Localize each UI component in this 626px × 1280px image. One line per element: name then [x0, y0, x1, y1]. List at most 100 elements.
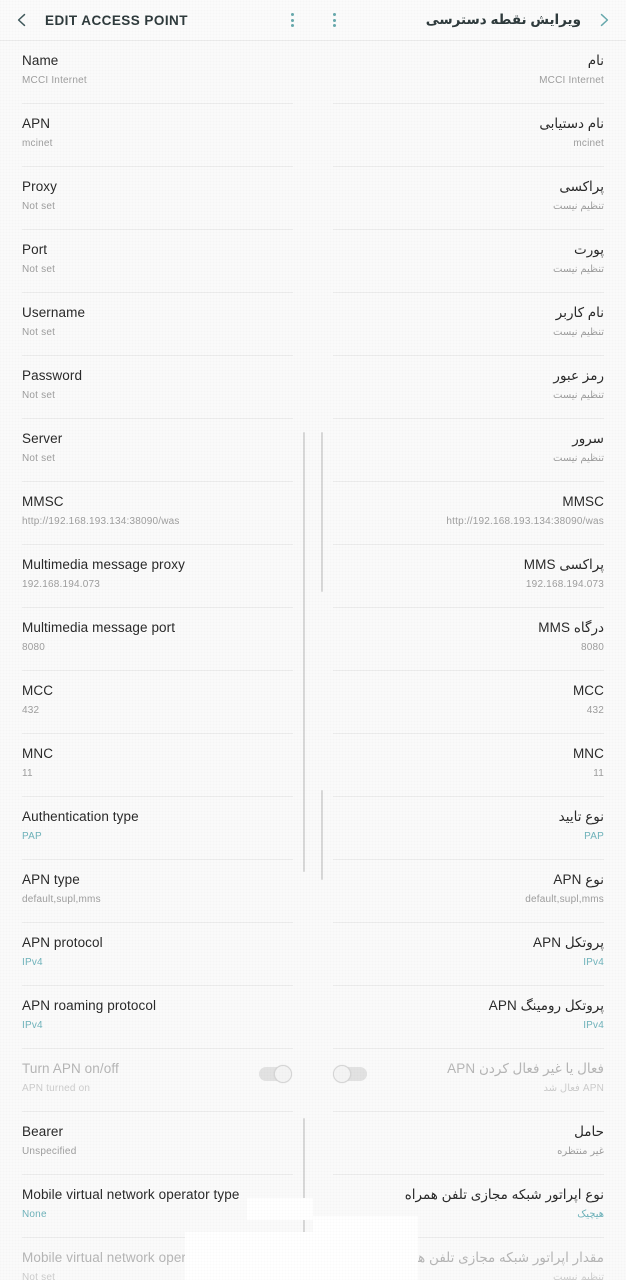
panel-english: EDIT ACCESS POINT Name MCCI Internet APN mc… — [0, 0, 313, 1280]
settings-row-value: IPv4 — [583, 957, 604, 968]
settings-row[interactable]: APN type default,supl,mms — [0, 860, 313, 922]
settings-row-texts: Turn APN on/off APN turned on — [22, 1060, 257, 1096]
capture-artifact-mask — [247, 1198, 313, 1220]
settings-row[interactable]: MCC 432 — [0, 671, 313, 733]
settings-row-value: Not set — [22, 453, 56, 464]
settings-row-texts: پراکسی MMS 192.168.194.073 — [333, 556, 604, 592]
settings-row-value: 8080 — [580, 642, 604, 653]
settings-row[interactable]: APN protocol IPv4 — [0, 923, 313, 985]
settings-row[interactable]: نوع تایید PAP — [313, 797, 626, 859]
settings-row[interactable]: Turn APN on/off APN turned on — [0, 1049, 313, 1111]
settings-row[interactable]: APN mcinet — [0, 104, 313, 166]
settings-row-texts: Port Not set — [22, 241, 293, 277]
settings-row-label: MNC — [22, 746, 54, 761]
settings-row-label: نوع اپراتور شبکه مجازی تلفن همراه — [404, 1187, 604, 1202]
settings-row-value: Not set — [22, 264, 56, 275]
settings-row-texts: نام MCCI Internet — [333, 52, 604, 88]
settings-list-persian: نام MCCI Internet نام دستیابی mcinet پراکسی ت… — [313, 41, 626, 1280]
chevron-left-icon[interactable] — [11, 9, 33, 31]
settings-row[interactable]: MCC 432 — [313, 671, 626, 733]
toggle-knob — [333, 1065, 351, 1083]
settings-row-value: http://192.168.193.134:38090/was — [22, 516, 180, 527]
settings-row[interactable]: نام دستیابی mcinet — [313, 104, 626, 166]
settings-row-texts: MNC 11 — [22, 745, 293, 781]
settings-row[interactable]: APN roaming protocol IPv4 — [0, 986, 313, 1048]
settings-row-value: APN turned on — [22, 1083, 91, 1094]
settings-row-value: تنظیم نیست — [553, 201, 604, 212]
settings-row-value: IPv4 — [22, 957, 43, 968]
settings-row[interactable]: نام کاربر تنظیم نیست — [313, 293, 626, 355]
settings-row-value: 192.168.194.073 — [22, 579, 101, 590]
settings-row[interactable]: حامل غیر منتظره — [313, 1112, 626, 1174]
settings-row-value: 8080 — [22, 642, 46, 653]
settings-row-value: تنظیم نیست — [553, 327, 604, 338]
settings-row-value: mcinet — [22, 138, 53, 149]
chevron-right-icon[interactable] — [593, 9, 615, 31]
settings-row[interactable]: نوع APN default,supl,mms — [313, 860, 626, 922]
settings-row-value: IPv4 — [583, 1020, 604, 1031]
settings-row-label: نوع APN — [553, 872, 604, 887]
settings-row[interactable]: Authentication type PAP — [0, 797, 313, 859]
settings-row[interactable]: Port Not set — [0, 230, 313, 292]
settings-row-texts: APN type default,supl,mms — [22, 871, 293, 907]
settings-row-value: Not set — [22, 390, 56, 401]
settings-row-label: Password — [22, 368, 83, 383]
settings-row[interactable]: MNC 11 — [313, 734, 626, 796]
settings-row-texts: Multimedia message proxy 192.168.194.073 — [22, 556, 293, 592]
scrollbar-thumb[interactable] — [303, 432, 305, 872]
capture-artifact-mask — [185, 1232, 313, 1280]
settings-row[interactable]: Bearer Unspecified — [0, 1112, 313, 1174]
settings-row[interactable]: سرور تنظیم نیست — [313, 419, 626, 481]
capture-artifact-mask — [313, 1216, 418, 1280]
settings-row[interactable]: Multimedia message proxy 192.168.194.073 — [0, 545, 313, 607]
settings-row-value: 11 — [22, 768, 33, 779]
settings-row-label: Username — [22, 305, 86, 320]
settings-row[interactable]: Proxy Not set — [0, 167, 313, 229]
more-vertical-icon[interactable] — [324, 8, 344, 32]
settings-row-label: نوع تایید — [558, 809, 604, 824]
settings-row-value: default,supl,mms — [525, 894, 604, 905]
settings-row-value: APN فعال شد — [543, 1083, 604, 1094]
settings-row[interactable]: MMSC http://192.168.193.134:38090/was — [0, 482, 313, 544]
settings-row-texts: APN protocol IPv4 — [22, 934, 293, 970]
settings-row-value: mcinet — [573, 138, 604, 149]
settings-row[interactable]: نام MCCI Internet — [313, 41, 626, 103]
settings-row-label: نام دستیابی — [539, 116, 604, 131]
settings-row[interactable]: Username Not set — [0, 293, 313, 355]
settings-row[interactable]: پروتکل APN IPv4 — [313, 923, 626, 985]
scrollbar-thumb[interactable] — [321, 790, 323, 880]
settings-row-label: پورت — [574, 242, 604, 257]
settings-row[interactable]: رمز عبور تنظیم نیست — [313, 356, 626, 418]
settings-row-label: MMSC — [562, 494, 604, 509]
more-vertical-icon[interactable] — [282, 8, 302, 32]
settings-row[interactable]: پورت تنظیم نیست — [313, 230, 626, 292]
settings-row-texts: پراکسی تنظیم نیست — [333, 178, 604, 214]
settings-row[interactable]: MMSC http://192.168.193.134:38090/was — [313, 482, 626, 544]
settings-row[interactable]: فعال یا غیر فعال کردن APN APN فعال شد — [313, 1049, 626, 1111]
panel-persian: ویرایش نقطه دسترسی نام MCCI Internet نام د… — [313, 0, 626, 1280]
settings-row-label: Server — [22, 431, 63, 446]
apn-on-off-toggle[interactable] — [257, 1065, 293, 1083]
toggle-knob — [274, 1065, 292, 1083]
settings-row-texts: پورت تنظیم نیست — [333, 241, 604, 277]
settings-row[interactable]: پراکسی MMS 192.168.194.073 — [313, 545, 626, 607]
settings-row-texts: Bearer Unspecified — [22, 1123, 293, 1159]
settings-row-label: APN protocol — [22, 935, 103, 950]
settings-row-label: نام کاربر — [555, 305, 604, 320]
settings-row-label: APN type — [22, 872, 80, 887]
settings-row-texts: فعال یا غیر فعال کردن APN APN فعال شد — [369, 1060, 604, 1096]
settings-row[interactable]: Server Not set — [0, 419, 313, 481]
settings-row[interactable]: درگاه MMS 8080 — [313, 608, 626, 670]
settings-row[interactable]: پروتکل رومینگ APN IPv4 — [313, 986, 626, 1048]
settings-row-label: Name — [22, 53, 59, 68]
settings-row[interactable]: MNC 11 — [0, 734, 313, 796]
settings-row-label: Port — [22, 242, 48, 257]
settings-row[interactable]: Multimedia message port 8080 — [0, 608, 313, 670]
settings-row[interactable]: Name MCCI Internet — [0, 41, 313, 103]
scrollbar-thumb[interactable] — [303, 1118, 305, 1238]
scrollbar-thumb[interactable] — [321, 432, 323, 592]
settings-row-value: Not set — [22, 327, 56, 338]
apn-on-off-toggle[interactable] — [333, 1065, 369, 1083]
settings-row[interactable]: Password Not set — [0, 356, 313, 418]
settings-row[interactable]: پراکسی تنظیم نیست — [313, 167, 626, 229]
